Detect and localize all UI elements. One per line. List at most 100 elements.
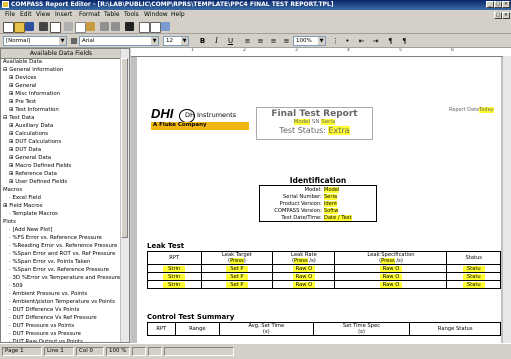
field-value[interactable]: Set P bbox=[225, 265, 248, 272]
menu-help[interactable]: Help bbox=[171, 11, 185, 18]
chevron-down-icon[interactable]: ▼ bbox=[151, 37, 158, 45]
tree-item[interactable]: ⊞ General Data bbox=[9, 155, 51, 161]
menu-file[interactable]: File bbox=[5, 11, 15, 18]
tree-item[interactable]: · %Span Error vs. Points Taken bbox=[9, 259, 90, 265]
tree-item[interactable]: · DUT Difference Vs Ref Pressure bbox=[9, 315, 97, 321]
new-icon[interactable] bbox=[3, 22, 14, 33]
tree-item[interactable]: · DUT Difference Vs Points bbox=[9, 307, 79, 313]
tree-item[interactable]: ⊟ Test Data bbox=[3, 115, 34, 121]
save-icon[interactable] bbox=[25, 22, 34, 31]
tree-item[interactable]: · Template Macros bbox=[9, 211, 58, 217]
tree-item[interactable]: · DUT Pressure vs Points bbox=[9, 323, 74, 329]
tree-item[interactable]: ⊞ Pre Test bbox=[9, 99, 36, 105]
insert-table-icon[interactable] bbox=[139, 22, 150, 33]
menu-format[interactable]: Format bbox=[79, 11, 100, 18]
field-value[interactable]: Strin bbox=[163, 273, 186, 280]
field-value[interactable]: Seria bbox=[323, 193, 338, 200]
find-icon[interactable] bbox=[125, 22, 134, 31]
tree-item[interactable]: · 3D %Error vs Temperature and Pressure bbox=[9, 275, 120, 281]
align-right-icon[interactable]: ≡ bbox=[269, 36, 278, 46]
field-value[interactable]: Raw O bbox=[292, 265, 315, 272]
print-icon[interactable] bbox=[39, 22, 48, 31]
tree-item[interactable]: Available Data bbox=[3, 59, 42, 65]
tree-item[interactable]: · [Add New Plot] bbox=[9, 227, 52, 233]
document-scrollbar[interactable] bbox=[503, 56, 511, 343]
field-value[interactable]: Strin bbox=[163, 281, 186, 288]
field-value[interactable]: Raw O bbox=[379, 265, 402, 272]
numbered-list-icon[interactable]: ⋮ bbox=[331, 36, 340, 46]
unit-field[interactable]: Press bbox=[381, 258, 395, 264]
tree-item[interactable]: · DUT Pressure vs Pressure bbox=[9, 331, 81, 337]
tree-item[interactable]: Plots bbox=[3, 219, 16, 225]
outdent-icon[interactable]: ⇤ bbox=[357, 36, 366, 46]
field-value[interactable]: Raw O bbox=[292, 273, 315, 280]
field-value[interactable]: Set P bbox=[225, 281, 248, 288]
field-value[interactable]: Ident bbox=[323, 200, 338, 207]
tree-item[interactable]: ⊞ DUT Calculations bbox=[9, 139, 61, 145]
tree-item[interactable]: ⊞ Field Macros bbox=[3, 203, 43, 209]
tree-item[interactable]: · %Span Error and ROT vs. Ref Pressure bbox=[9, 251, 115, 257]
align-left-icon[interactable]: ≡ bbox=[243, 36, 252, 46]
minimize-button[interactable]: _ bbox=[486, 1, 494, 8]
tree-item[interactable]: · Excel Field bbox=[9, 195, 41, 201]
tree-item[interactable]: · %Reading Error vs. Reference Pressure bbox=[9, 243, 117, 249]
underline-button[interactable]: U bbox=[226, 36, 235, 46]
paste-icon[interactable] bbox=[86, 22, 95, 31]
menu-window[interactable]: Window bbox=[144, 11, 168, 18]
cut-icon[interactable] bbox=[64, 22, 73, 31]
bullet-list-icon[interactable]: • bbox=[343, 36, 352, 46]
field-value[interactable]: Softw bbox=[323, 207, 339, 214]
field-value[interactable]: Statu bbox=[462, 273, 485, 280]
maximize-button[interactable]: □ bbox=[494, 1, 502, 8]
tree-item[interactable]: ⊞ User Defined Fields bbox=[9, 179, 67, 185]
menu-edit[interactable]: Edit bbox=[20, 11, 32, 18]
tree-item[interactable]: ⊞ Macro Defined Fields bbox=[9, 163, 71, 169]
tree-item[interactable]: ⊞ General bbox=[9, 83, 36, 89]
zoom-select[interactable]: 100% ▼ bbox=[293, 36, 326, 46]
align-center-icon[interactable]: ≡ bbox=[256, 36, 265, 46]
unit-field[interactable]: Press bbox=[230, 258, 244, 264]
style-select[interactable]: [Normal] ▼ bbox=[3, 36, 67, 46]
chevron-down-icon[interactable]: ▼ bbox=[181, 37, 188, 45]
tree-item[interactable]: ⊞ Auxiliary Data bbox=[9, 123, 53, 129]
field-value[interactable]: Statu bbox=[462, 265, 485, 272]
panel-scrollbar[interactable] bbox=[120, 49, 129, 342]
panel-scroll-thumb[interactable] bbox=[121, 58, 128, 238]
justify-icon[interactable]: ≡ bbox=[282, 36, 291, 46]
font-select[interactable]: Arial ▼ bbox=[79, 36, 159, 46]
tree-item[interactable]: · 509 bbox=[9, 283, 23, 289]
report-date-field[interactable]: Today bbox=[479, 107, 494, 113]
italic-button[interactable]: I bbox=[212, 36, 221, 46]
field-value[interactable]: Set P bbox=[225, 273, 248, 280]
print-preview-icon[interactable] bbox=[50, 22, 61, 33]
field-value[interactable]: Model bbox=[323, 186, 340, 193]
menu-insert[interactable]: Insert bbox=[55, 11, 72, 18]
bold-button[interactable]: B bbox=[198, 36, 207, 46]
tree-item[interactable]: Macros bbox=[3, 187, 22, 193]
chevron-down-icon[interactable]: ▼ bbox=[59, 37, 66, 45]
chevron-down-icon[interactable]: ▼ bbox=[318, 37, 325, 45]
field-value[interactable]: Statu bbox=[462, 281, 485, 288]
paragraph-icon[interactable]: ¶ bbox=[386, 36, 395, 46]
undo-icon[interactable] bbox=[100, 22, 109, 31]
field-value[interactable]: Raw O bbox=[379, 273, 402, 280]
menu-tools[interactable]: Tools bbox=[124, 11, 139, 18]
copy-icon[interactable] bbox=[75, 22, 86, 33]
tree-item[interactable]: · %Span Error vs. Reference Pressure bbox=[9, 267, 109, 273]
field-value[interactable]: Raw O bbox=[379, 281, 402, 288]
tree-item[interactable]: ⊞ DUT Data bbox=[9, 147, 41, 153]
menu-view[interactable]: View bbox=[36, 11, 50, 18]
field-value[interactable]: Strin bbox=[163, 265, 186, 272]
tree-item[interactable]: ⊞ Test Information bbox=[9, 107, 59, 113]
field-value[interactable]: Raw O bbox=[292, 281, 315, 288]
redo-icon[interactable] bbox=[111, 22, 120, 31]
tree-item[interactable]: · Ambient/piston Temperature vs Points bbox=[9, 299, 115, 305]
report-page[interactable]: DHI DH Instruments A Fluke Company Final… bbox=[137, 57, 501, 343]
tree-item[interactable]: ⊞ Calculations bbox=[9, 131, 48, 137]
close-button[interactable]: × bbox=[502, 1, 510, 8]
tree-item[interactable]: ⊞ Reference Data bbox=[9, 171, 57, 177]
menu-table[interactable]: Table bbox=[104, 11, 120, 18]
show-marks-icon[interactable]: ¶ bbox=[400, 36, 409, 46]
status-field[interactable]: Extra bbox=[328, 126, 350, 135]
insert-chart-icon[interactable] bbox=[161, 22, 170, 31]
